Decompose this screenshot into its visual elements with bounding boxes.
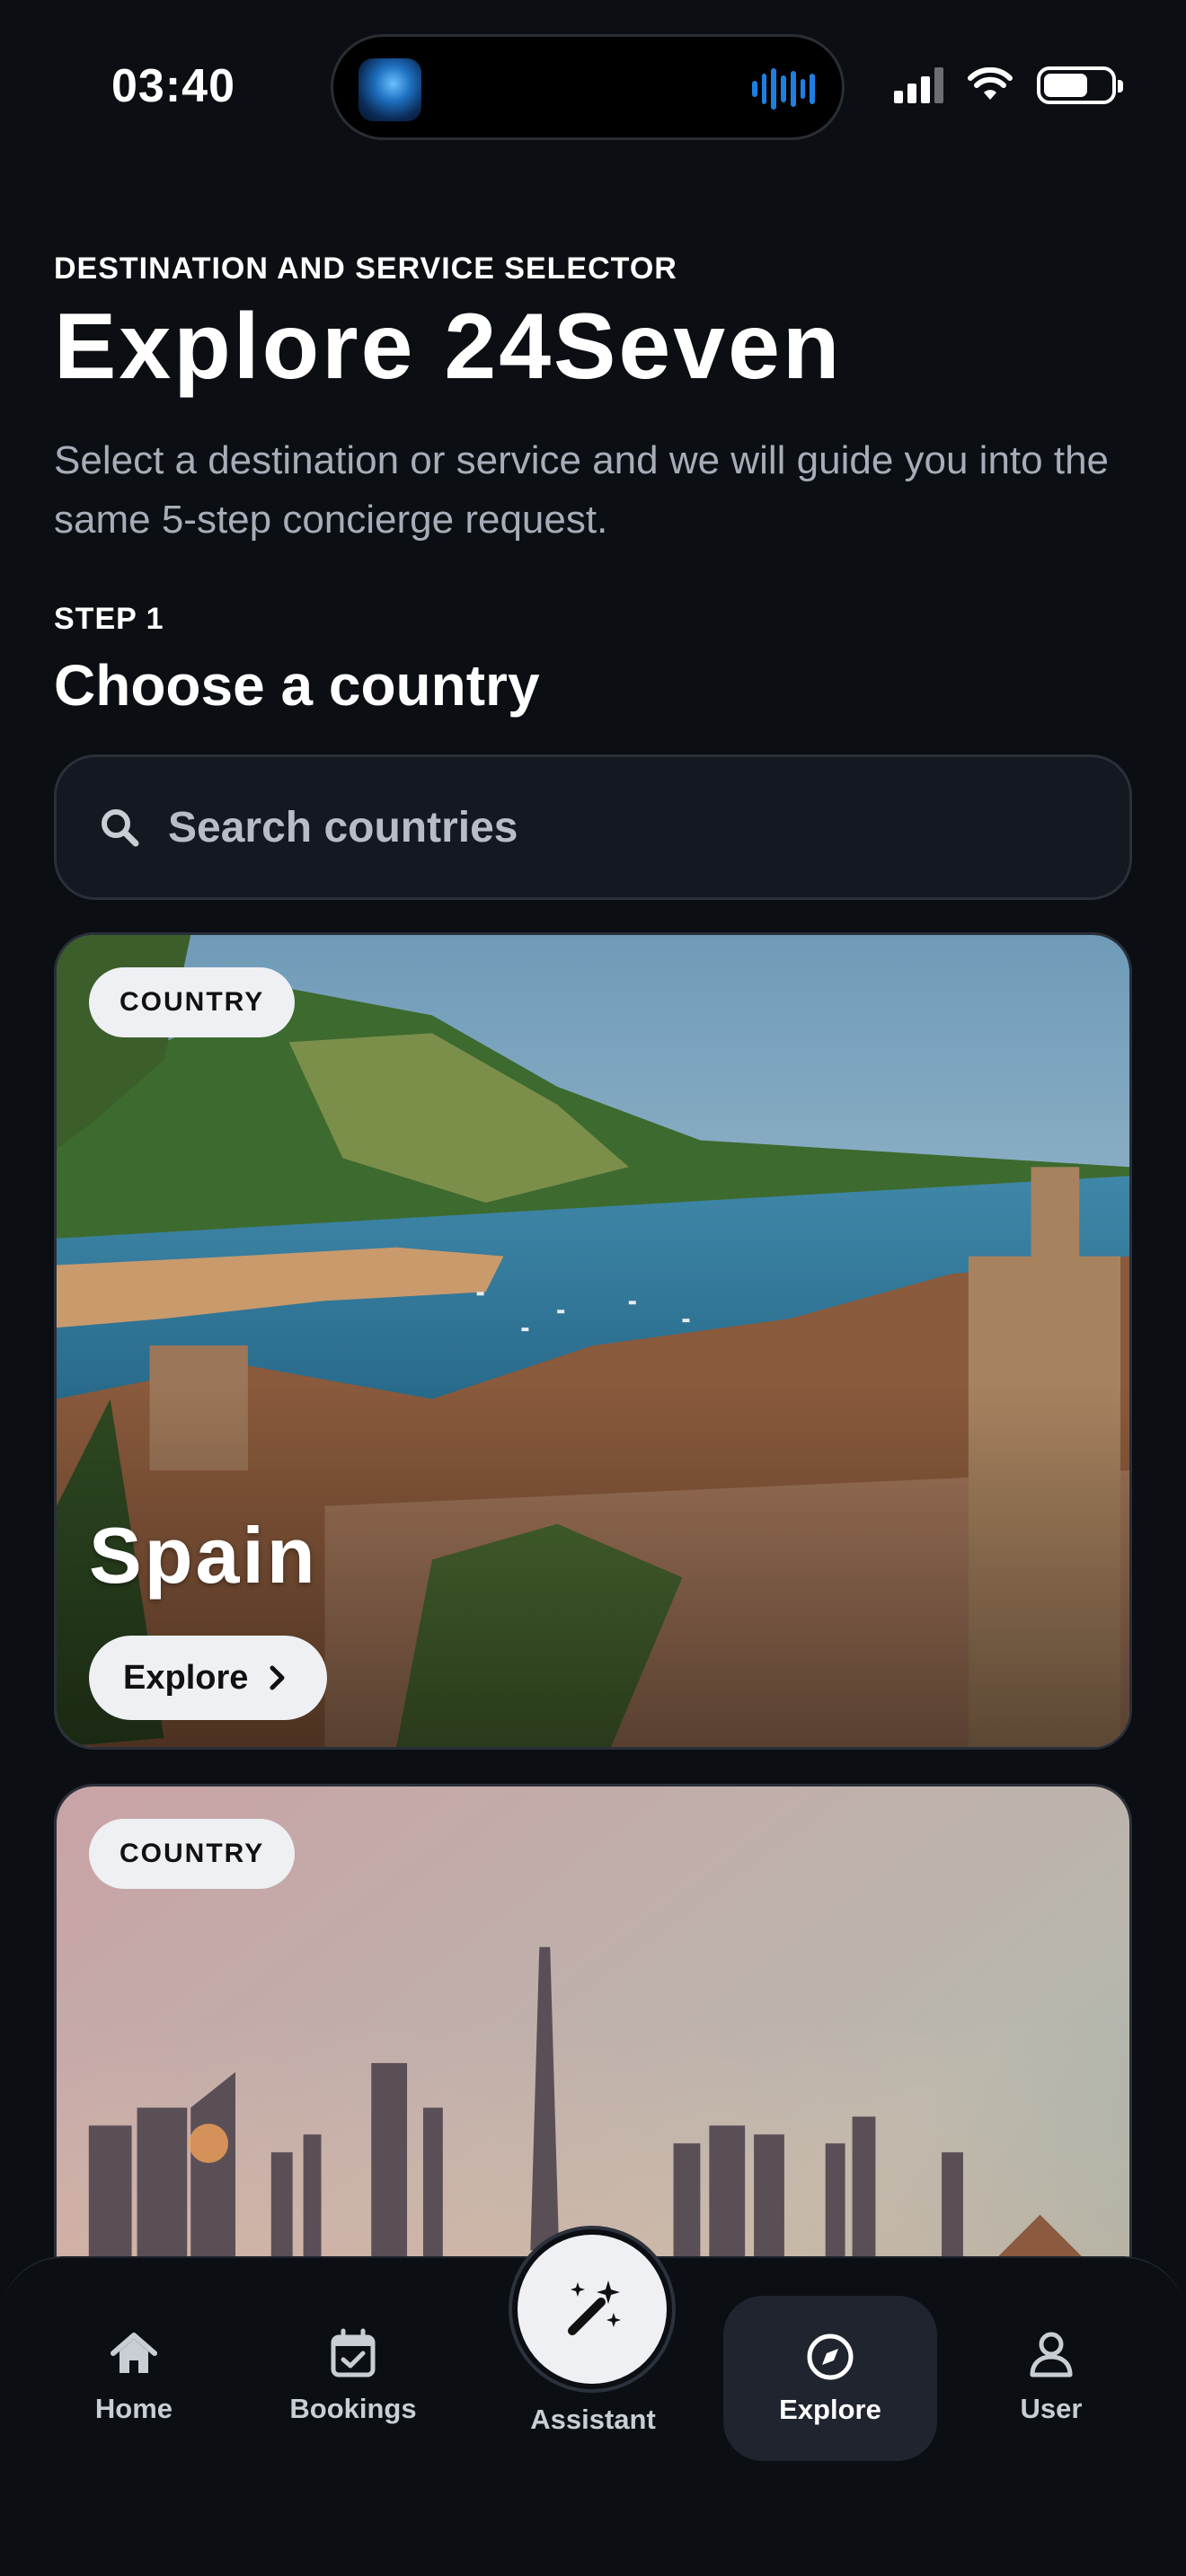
- battery-icon: [1037, 66, 1123, 104]
- nav-item-user[interactable]: User: [993, 2326, 1110, 2425]
- app-screen: 03:40 DESTINATION AND SERVICE SELECTOR E…: [0, 0, 1186, 2576]
- page-subtitle: Select a destination or service and we w…: [54, 438, 1110, 542]
- search-input[interactable]: [168, 802, 1067, 852]
- magic-wand-icon: [568, 2280, 621, 2335]
- nav-label-user: User: [1020, 2393, 1083, 2424]
- home-icon: [111, 2333, 157, 2373]
- step-label: STEP 1: [54, 602, 164, 636]
- nav-item-bookings[interactable]: Bookings: [277, 2326, 429, 2425]
- country-badge: COUNTRY: [89, 967, 296, 1037]
- explore-button-label: Explore: [123, 1658, 249, 1697]
- assistant-button-ring: [509, 2226, 676, 2393]
- nav-item-explore[interactable]: Explore: [723, 2296, 937, 2461]
- nav-label-home: Home: [94, 2393, 173, 2424]
- nav-item-home[interactable]: Home: [75, 2326, 192, 2425]
- assistant-button[interactable]: [518, 2235, 667, 2384]
- status-time: 03:40: [111, 60, 235, 112]
- cellular-signal-icon: [894, 67, 943, 103]
- nav-label-explore: Explore: [779, 2394, 881, 2425]
- wifi-icon: [968, 67, 1013, 100]
- status-icons: [894, 66, 1123, 104]
- card-image-coastal-town: [57, 935, 1129, 1747]
- chevron-right-icon: [270, 1665, 285, 1690]
- step-title: Choose a country: [54, 653, 540, 718]
- dynamic-island[interactable]: [331, 34, 845, 140]
- page-eyebrow: DESTINATION AND SERVICE SELECTOR: [54, 251, 677, 286]
- audio-wave-icon: [752, 67, 816, 110]
- nav-label-assistant: Assistant: [530, 2404, 656, 2435]
- search-icon: [102, 809, 139, 847]
- country-badge: COUNTRY: [89, 1819, 296, 1889]
- now-playing-art: [358, 58, 421, 121]
- explore-button[interactable]: Explore: [89, 1636, 328, 1720]
- compass-icon: [807, 2333, 854, 2380]
- country-card-spain[interactable]: COUNTRY Spain Explore: [54, 932, 1132, 1750]
- nav-label-bookings: Bookings: [289, 2393, 417, 2424]
- calendar-check-icon: [331, 2328, 376, 2378]
- user-icon: [1030, 2332, 1073, 2378]
- page-title: Explore 24Seven: [54, 295, 843, 399]
- country-name: Spain: [89, 1511, 318, 1600]
- country-search-bar[interactable]: [54, 754, 1132, 900]
